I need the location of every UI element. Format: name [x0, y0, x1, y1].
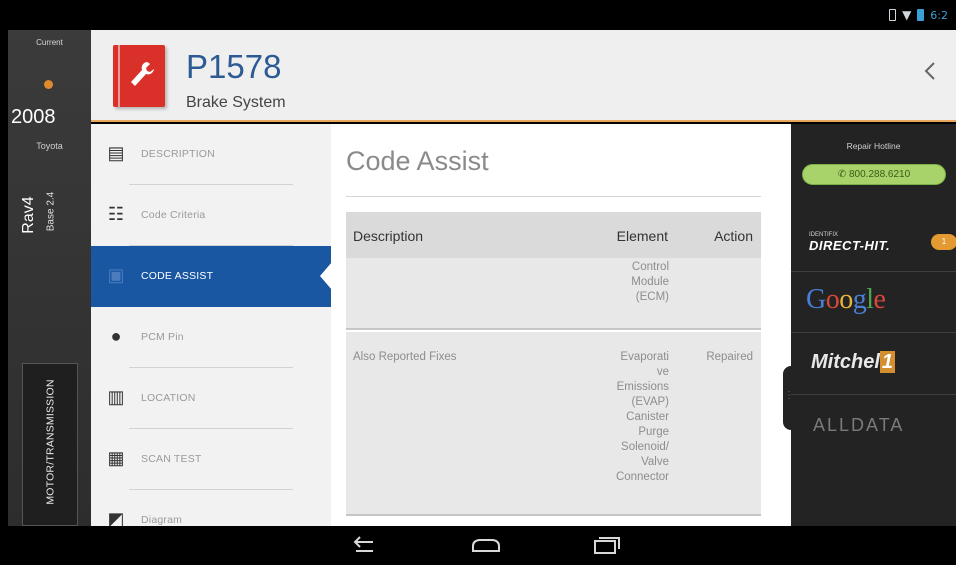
google-search-link[interactable]: Google: [791, 271, 956, 333]
wrench-icon: [131, 62, 154, 86]
status-time: 6:2: [930, 8, 948, 22]
resources-panel: Repair Hotline ✆ 800.288.6210 IDENTIFIX …: [783, 124, 956, 526]
map-icon: ▥: [107, 387, 125, 407]
current-indicator: [44, 80, 53, 89]
code-title: P1578: [186, 48, 282, 85]
table-header: Description Element Action: [346, 212, 761, 258]
column-header-description: Description: [353, 228, 424, 244]
identifix-logo: IDENTIFIX DIRECT-HIT.: [809, 232, 934, 253]
hotline-call-button[interactable]: ✆ 800.288.6210: [802, 164, 946, 185]
column-header-element: Element: [616, 228, 668, 244]
system-nav-bar: [0, 526, 956, 565]
nav-item-label: LOCATION: [141, 392, 196, 404]
panel-title: Code Assist: [346, 146, 489, 176]
vehicle-make: Toyota: [36, 141, 63, 151]
nav-item-diagram[interactable]: ◩ Diagram: [91, 490, 331, 526]
assist-icon: ▣: [107, 265, 125, 285]
nav-item-location[interactable]: ▥ LOCATION: [91, 368, 331, 429]
vehicle-model: Rav4: [20, 196, 37, 234]
code-assist-table: Description Element Action Control Module…: [346, 212, 761, 516]
divider: [346, 196, 761, 197]
cell-action: Repaired: [706, 351, 753, 363]
document-icon: ▤: [107, 143, 125, 163]
nav-item-code-assist[interactable]: ▣ CODE ASSIST: [91, 246, 331, 307]
hotline-number: 800.288.6210: [849, 169, 911, 180]
code-system: Brake System: [186, 94, 286, 111]
clipboard-icon: ▦: [107, 448, 125, 468]
nav-item-label: SCAN TEST: [141, 453, 202, 465]
battery-icon: [917, 9, 925, 21]
google-logo: Google: [806, 284, 886, 315]
nav-item-label: DESCRIPTION: [141, 148, 215, 160]
nav-item-description[interactable]: ▤ DESCRIPTION: [91, 124, 331, 185]
hotline-label: Repair Hotline: [846, 141, 901, 151]
vehicle-model-group: Rav4 Base 2.4: [14, 166, 84, 261]
nav-item-pcm-pin[interactable]: ● PCM Pin: [91, 307, 331, 368]
vehicle-engine: Base 2.4: [45, 191, 57, 232]
nav-item-scan-test[interactable]: ▦ SCAN TEST: [91, 429, 331, 490]
phone-icon: [889, 9, 897, 21]
table-row[interactable]: Control Module (ECM): [346, 258, 761, 330]
panel-grip-handle[interactable]: [783, 366, 794, 430]
status-bar: ▼ 6:2: [0, 0, 956, 30]
code-header: P1578 Brake System: [91, 30, 956, 122]
mitchell-logo: Mitchel 1: [811, 351, 896, 373]
nav-item-label: CODE ASSIST: [141, 270, 214, 282]
status-icons: ▼ 6:2: [889, 8, 948, 22]
nav-item-label: Diagram: [141, 514, 183, 526]
nav-item-label: Code Criteria: [141, 209, 206, 221]
tablet-screen: ▼ 6:2 Current 2008 Toyota Rav4 Base 2.4 …: [0, 0, 956, 565]
vehicle-panel[interactable]: Current 2008 Toyota Rav4 Base 2.4 MOTOR/…: [8, 30, 91, 526]
pin-icon: ●: [110, 326, 122, 346]
side-nav: ▤ DESCRIPTION ☷ Code Criteria ▣ CODE ASS…: [91, 124, 331, 526]
alldata-logo: ALLDATA: [813, 415, 905, 435]
notification-badge: 1: [931, 234, 956, 250]
category-tab[interactable]: MOTOR/TRANSMISSION: [22, 363, 78, 526]
wifi-icon: ▼: [902, 8, 912, 22]
home-icon[interactable]: [469, 533, 503, 557]
category-label: MOTOR/TRANSMISSION: [44, 379, 57, 505]
cell-element: Control Module (ECM): [631, 261, 669, 303]
mitchell-link[interactable]: Mitchel 1: [791, 332, 956, 394]
share-icon[interactable]: [922, 60, 938, 82]
recent-apps-icon[interactable]: [589, 533, 623, 557]
list-icon: ☷: [107, 204, 125, 224]
direct-hit-wordmark: DIRECT-HIT.: [809, 238, 891, 253]
phone-icon: ✆: [837, 169, 849, 180]
code-assist-panel: Code Assist Description Element Action C…: [331, 124, 791, 526]
nav-item-label: PCM Pin: [141, 331, 184, 343]
cell-description: Also Reported Fixes: [353, 351, 457, 363]
current-label: Current: [36, 38, 63, 47]
code-book-icon: [113, 45, 165, 107]
alldata-link[interactable]: ALLDATA: [791, 394, 956, 456]
cell-element: Evaporati ve Emissions (EVAP) Canister Purge S…: [615, 351, 669, 483]
diagram-icon: ◩: [107, 509, 125, 526]
identifix-direct-hit-link[interactable]: IDENTIFIX DIRECT-HIT. 1: [791, 210, 956, 272]
column-header-action: Action: [714, 228, 753, 244]
vehicle-year: 2008: [11, 106, 56, 128]
back-icon[interactable]: [347, 533, 381, 557]
table-row[interactable]: Also Reported Fixes Evaporati ve Emissions…: [346, 332, 761, 516]
nav-item-code-criteria[interactable]: ☷ Code Criteria: [91, 185, 331, 246]
